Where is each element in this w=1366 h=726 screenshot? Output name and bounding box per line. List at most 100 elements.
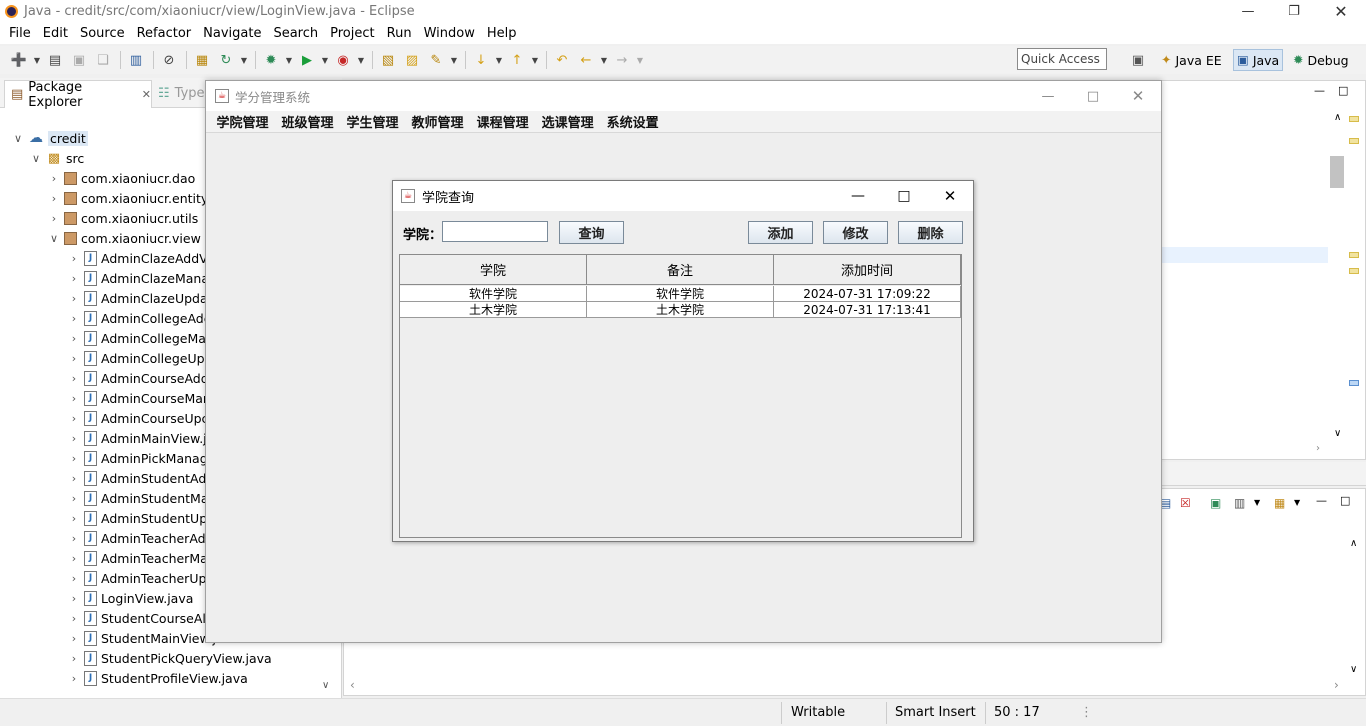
panel-hscroll-left-icon[interactable]: ‹ [350,679,355,691]
table-cell-added-time[interactable]: 2024-07-31 17:09:22 [774,286,961,302]
tree-item-file[interactable]: › J AdminStudentMa [66,488,209,508]
collapse-arrow-icon[interactable]: › [66,652,82,665]
panel-scroll-up-icon[interactable]: ∧ [1350,539,1357,549]
next-annotation-icon[interactable]: ↓ [470,49,492,71]
refresh-dropdown-icon[interactable]: ▼ [239,49,249,71]
quick-access-field[interactable]: Quick Access [1017,48,1107,70]
console-icon[interactable]: ▥ [125,49,147,71]
collapse-arrow-icon[interactable]: › [66,432,82,445]
column-header-added-time[interactable]: 添加时间 [774,255,961,285]
table-cell-remark[interactable]: 软件学院 [587,286,774,302]
annotation-marker[interactable] [1349,252,1359,258]
pen-icon[interactable]: ✎ [425,49,447,71]
collapse-arrow-icon[interactable]: › [66,632,82,645]
menu-system-settings[interactable]: 系统设置 [600,112,665,131]
last-edit-icon[interactable]: ↶ [551,49,573,71]
perspective-java-ee[interactable]: ✦ Java EE [1158,49,1225,71]
external-tools-dropdown-icon[interactable]: ▼ [356,49,366,71]
tree-item-file[interactable]: › J AdminPickManag [66,448,208,468]
scroll-down-arrow-icon[interactable]: ∨ [322,681,329,691]
editor-hscroll-right-icon[interactable]: › [1316,444,1320,454]
collapse-arrow-icon[interactable]: › [66,292,82,305]
query-button[interactable]: 查询 [559,221,624,244]
previous-annotation-icon[interactable]: ↑ [506,49,528,71]
collapse-arrow-icon[interactable]: › [66,252,82,265]
tree-item-file[interactable]: › J AdminStudentAdc [66,468,213,488]
collapse-arrow-icon[interactable]: › [66,512,82,525]
open-console-icon[interactable]: ▦ [1274,497,1285,509]
perspective-java[interactable]: ▣ Java [1233,49,1284,71]
tree-item-file[interactable]: › J AdminMainView.j [66,428,207,448]
pin-console-icon[interactable]: ▣ [1210,497,1221,509]
new-icon[interactable]: ➕ [8,49,30,71]
table-cell-remark[interactable]: 土木学院 [587,302,774,318]
menu-class-management[interactable]: 班级管理 [275,112,340,131]
collapse-arrow-icon[interactable]: › [66,312,82,325]
menu-project[interactable]: Project [324,26,380,41]
collapse-arrow-icon[interactable]: › [66,392,82,405]
run-dropdown-icon[interactable]: ▼ [320,49,330,71]
collapse-arrow-icon[interactable]: › [66,612,82,625]
menu-run[interactable]: Run [381,26,418,41]
tree-item-file[interactable]: › J AdminCourseUpc [66,408,208,428]
tree-item-file[interactable]: › J AdminClazeMana [66,268,209,288]
display-console-icon[interactable]: ▥ [1234,497,1245,509]
expand-arrow-icon[interactable]: ∨ [28,152,44,165]
collapse-arrow-icon[interactable]: › [66,352,82,365]
menu-refactor[interactable]: Refactor [131,26,198,41]
open-console-dropdown-icon[interactable]: ▼ [1294,499,1300,507]
menu-course-selection-management[interactable]: 选课管理 [535,112,600,131]
collapse-arrow-icon[interactable]: › [66,272,82,285]
pen-dropdown-icon[interactable]: ▼ [449,49,459,71]
menu-source[interactable]: Source [74,26,131,41]
menu-window[interactable]: Window [418,26,481,41]
tree-item-folder[interactable]: ∨ ▩ src [28,148,84,168]
editor-scroll-thumb[interactable] [1330,156,1344,188]
new-dropdown-icon[interactable]: ▼ [32,49,42,71]
collapse-arrow-icon[interactable]: › [66,532,82,545]
annotation-marker[interactable] [1349,268,1359,274]
tree-item-file[interactable]: › J AdminClazeAddV [66,248,208,268]
close-icon[interactable]: ✕ [1318,0,1364,22]
tree-item-file[interactable]: › J StudentPickQueryView.java [66,648,272,668]
collapse-arrow-icon[interactable]: › [66,552,82,565]
refresh-icon[interactable]: ↻ [215,49,237,71]
annotation-marker[interactable] [1349,380,1359,386]
open-perspective-icon[interactable]: ▣ [1129,51,1147,69]
open-type-icon[interactable]: ▤ [44,49,66,71]
panel-hscroll-right-icon[interactable]: › [1334,679,1339,691]
tab-package-explorer[interactable]: ▤ Package Explorer ✕ [4,80,152,110]
tab-type-hierarchy[interactable]: ☷ Type [158,86,205,101]
expand-arrow-icon[interactable]: ∨ [46,232,62,245]
app-close-icon[interactable]: ✕ [1115,81,1161,111]
previous-annotation-dropdown-icon[interactable]: ▼ [530,49,540,71]
tree-item-package[interactable]: › com.xiaoniucr.utils [46,208,199,228]
skip-breakpoints-icon[interactable]: ⊘ [158,49,180,71]
menu-navigate[interactable]: Navigate [197,26,267,41]
back-dropdown-icon[interactable]: ▼ [599,49,609,71]
menu-file[interactable]: File [3,26,37,41]
table-cell-college[interactable]: 软件学院 [400,286,587,302]
editor-scroll-up-icon[interactable]: ∧ [1334,113,1341,123]
display-console-dropdown-icon[interactable]: ▼ [1254,499,1260,507]
tree-item-file[interactable]: › J AdminTeacherAd [66,528,206,548]
run-icon[interactable]: ▶ [296,49,318,71]
menu-student-management[interactable]: 学生管理 [340,112,405,131]
edit-button[interactable]: 修改 [823,221,888,244]
editor-maximize-icon[interactable]: □ [1338,85,1348,96]
forward-dropdown-icon[interactable]: ▼ [635,49,645,71]
panel-minimize-icon[interactable]: — [1316,495,1327,506]
collapse-arrow-icon[interactable]: › [46,192,62,205]
save-all-icon[interactable]: ❑ [92,49,114,71]
tree-item-package[interactable]: › com.xiaoniucr.entity [46,188,209,208]
app-maximize-icon[interactable]: □ [1070,81,1116,111]
collapse-arrow-icon[interactable]: › [66,672,82,685]
remove-launch-icon[interactable]: ☒ [1180,497,1191,509]
collapse-arrow-icon[interactable]: › [66,372,82,385]
annotation-marker[interactable] [1349,116,1359,122]
column-header-college[interactable]: 学院 [400,255,587,285]
tree-item-file[interactable]: › J AdminTeacherMa [66,548,208,568]
tree-item-file[interactable]: › J LoginView.java [66,588,193,608]
perspective-debug[interactable]: ✹ Debug [1290,49,1352,71]
college-search-input[interactable] [442,221,548,242]
